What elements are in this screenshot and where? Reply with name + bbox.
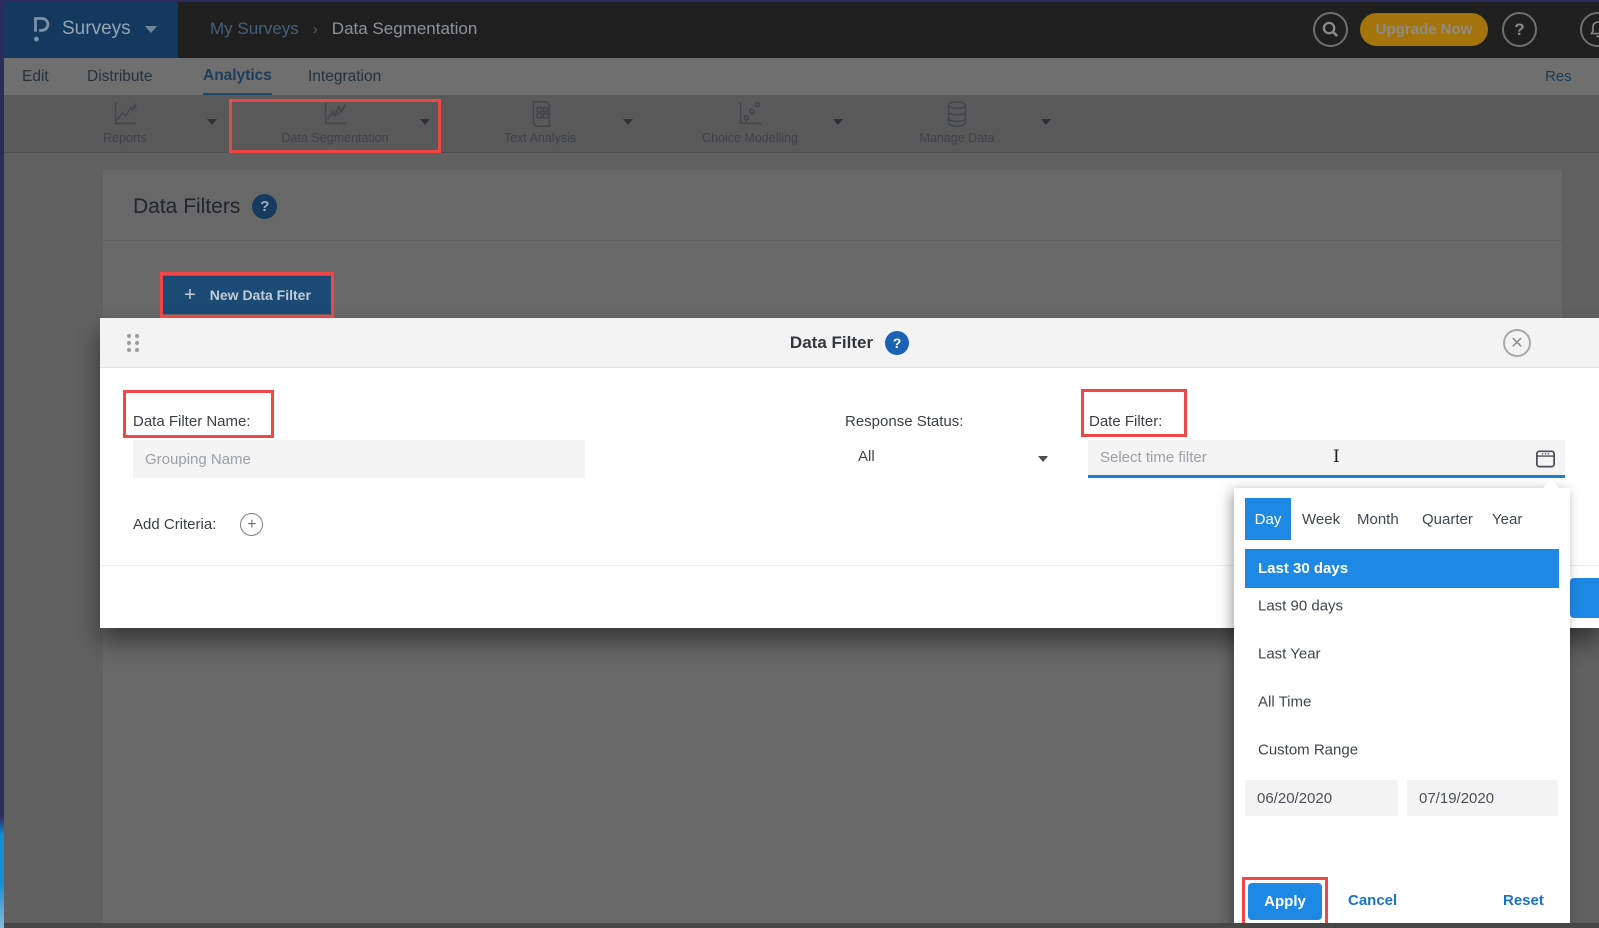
option-all-time[interactable]: All Time [1258,694,1311,711]
responses-link-partial[interactable]: Res [1545,58,1572,95]
new-data-filter-button[interactable]: + New Data Filter [163,276,332,314]
add-criteria-label: Add Criteria: [133,516,216,533]
date-filter-input[interactable]: Select time filter I [1088,440,1565,478]
tab-quarter[interactable]: Quarter [1416,498,1479,540]
product-name: Surveys [62,18,131,40]
window-frame-bottom [0,923,1599,928]
calendar-icon[interactable] [1534,447,1557,470]
manage-data-dropdown-caret[interactable] [1041,119,1051,125]
line-chart-icon [110,99,140,129]
toolbar-item-label: Text Analysis [504,131,576,145]
data-filter-name-label: Data Filter Name: [133,413,251,430]
page-title: Data Filters [133,195,240,219]
option-custom-range[interactable]: Custom Range [1258,742,1358,759]
questionpro-logo-icon [30,14,52,44]
toolbar-item-manage-data[interactable]: Manage Data [877,99,1037,151]
breadcrumb-my-surveys[interactable]: My Surveys [210,19,299,39]
breadcrumb: My Surveys › Data Segmentation [210,0,477,58]
chevron-down-icon[interactable] [1038,456,1048,462]
window-frame-top [0,0,1599,2]
toolbar-item-reports[interactable]: Reports [45,99,205,151]
tab-analytics[interactable]: Analytics [203,58,272,95]
chevron-down-icon [145,26,157,33]
surveys-product-menu[interactable]: Surveys [4,0,178,58]
tab-integration[interactable]: Integration [308,58,381,95]
data-filter-name-input[interactable] [133,440,585,478]
tab-day[interactable]: Day [1245,498,1291,540]
document-grid-icon [525,99,555,129]
modal-title: Data Filter [790,333,873,353]
top-navigation-bar: Surveys My Surveys › Data Segmentation U… [0,0,1599,58]
date-filter-placeholder: Select time filter [1100,449,1207,466]
cancel-button[interactable]: Cancel [1348,892,1397,909]
choice-modelling-dropdown-caret[interactable] [833,119,843,125]
tab-edit[interactable]: Edit [22,58,49,95]
data-segmentation-dropdown-caret[interactable] [420,119,430,125]
tab-distribute[interactable]: Distribute [87,58,152,95]
survey-section-tabs: Edit Distribute Analytics Integration Re… [0,58,1599,95]
modal-save-button-partial[interactable] [1570,578,1599,618]
plus-icon: + [184,284,196,307]
date-filter-label: Date Filter: [1089,413,1162,430]
breadcrumb-current-page: Data Segmentation [332,19,478,39]
notifications-button[interactable] [1580,12,1599,47]
data-filters-help-icon[interactable]: ? [252,194,277,219]
toolbar-item-label: Choice Modelling [702,131,798,145]
analytics-toolbar: Reports Data Segmentation Text Analysis [0,95,1599,153]
apply-button[interactable]: Apply [1248,883,1322,920]
toolbar-item-label: Data Segmentation [281,131,388,145]
toolbar-item-choice-modelling[interactable]: Choice Modelling [670,99,830,151]
new-data-filter-label: New Data Filter [210,287,311,303]
text-cursor-icon: I [1333,447,1340,467]
toolbar-item-text-analysis[interactable]: Text Analysis [460,99,620,151]
option-last-year[interactable]: Last Year [1258,646,1321,663]
modal-header: Data Filter ? ✕ [100,318,1599,368]
modal-help-icon[interactable]: ? [885,331,909,355]
tab-month[interactable]: Month [1351,498,1405,540]
date-filter-dropdown: Day Week Month Quarter Year Last 30 days… [1234,488,1570,928]
tab-week[interactable]: Week [1296,498,1346,540]
toolbar-item-data-segmentation[interactable]: Data Segmentation [255,99,415,151]
add-criteria-plus-icon[interactable]: + [240,513,263,536]
bell-icon [1590,21,1599,38]
search-icon [1322,21,1339,38]
option-last-90-days[interactable]: Last 90 days [1258,598,1343,615]
breadcrumb-separator-icon: › [313,21,318,38]
tab-year[interactable]: Year [1486,498,1528,540]
reset-button[interactable]: Reset [1503,892,1544,909]
close-icon[interactable]: ✕ [1503,329,1531,357]
window-frame-left [0,0,4,928]
text-analysis-dropdown-caret[interactable] [623,119,633,125]
reports-dropdown-caret[interactable] [207,119,217,125]
upgrade-now-button[interactable]: Upgrade Now [1360,13,1488,46]
line-chart-icon [320,99,350,129]
start-date-input[interactable] [1245,780,1398,816]
help-button[interactable]: ? [1502,12,1537,47]
search-button[interactable] [1313,12,1348,47]
response-status-select[interactable]: All [858,448,875,465]
scatter-chart-icon [735,99,765,129]
dropdown-arrow-notch [1543,479,1559,488]
option-last-30-days[interactable]: Last 30 days [1245,549,1559,588]
response-status-label: Response Status: [845,413,963,430]
toolbar-item-label: Reports [103,131,147,145]
divider [103,240,1562,241]
toolbar-item-label: Manage Data [919,131,994,145]
database-icon [942,99,972,129]
end-date-input[interactable] [1407,780,1558,816]
